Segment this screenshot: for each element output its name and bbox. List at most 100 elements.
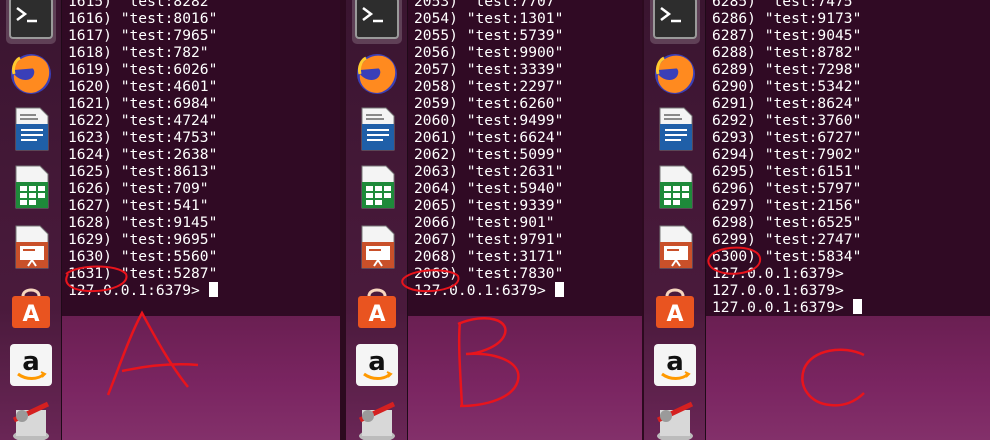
svg-text:A: A	[666, 302, 683, 327]
output-line: 2056) "test:9900"	[414, 44, 564, 61]
output-line: 6289) "test:7298"	[712, 61, 862, 78]
output-line: 2054) "test:1301"	[414, 10, 564, 27]
amazon-icon[interactable]: a	[352, 340, 402, 390]
amazon-icon[interactable]: a	[6, 340, 56, 390]
output-line: 1631) "test:5287"	[68, 265, 218, 282]
libreoffice-writer-icon[interactable]	[6, 104, 56, 154]
output-line: 2058) "test:2297"	[414, 78, 564, 95]
output-line: 1625) "test:8613"	[68, 163, 218, 180]
output-line: 1620) "test:4601"	[68, 78, 218, 95]
output-line: 6294) "test:7902"	[712, 146, 862, 163]
libreoffice-impress-icon[interactable]	[650, 222, 700, 272]
output-line: 1623) "test:4753"	[68, 129, 218, 146]
output-line: 6299) "test:2747"	[712, 231, 862, 248]
output-line: 1616) "test:8016"	[68, 10, 218, 27]
output-line: 6295) "test:6151"	[712, 163, 862, 180]
amazon-icon[interactable]: a	[650, 340, 700, 390]
screenshot-panel-a: A a 1615) "test:8282" 1616) "test:8016" …	[0, 0, 340, 440]
libreoffice-calc-icon[interactable]	[6, 162, 56, 212]
libreoffice-impress-icon[interactable]	[6, 222, 56, 272]
output-line: 1619) "test:6026"	[68, 61, 218, 78]
libreoffice-calc-icon[interactable]	[352, 162, 402, 212]
output-line: 2057) "test:3339"	[414, 61, 564, 78]
output-line: 2064) "test:5940"	[414, 180, 564, 197]
annotation-letter-a	[106, 310, 199, 396]
output-line: 2053) "test:7707"	[414, 0, 564, 10]
output-line: 2063) "test:2631"	[414, 163, 564, 180]
terminal-window[interactable]: 1615) "test:8282" 1616) "test:8016" 1617…	[62, 0, 340, 316]
output-line: 1629) "test:9695"	[68, 231, 218, 248]
output-line: 1626) "test:709"	[68, 180, 209, 197]
terminal-icon[interactable]	[6, 0, 56, 44]
output-line: 1617) "test:7965"	[68, 27, 218, 44]
output-line: 6298) "test:6525"	[712, 214, 862, 231]
output-line: 6290) "test:5342"	[712, 78, 862, 95]
output-line: 1622) "test:4724"	[68, 112, 218, 129]
prompt: 127.0.0.1:6379>	[712, 282, 853, 299]
cursor	[554, 282, 564, 297]
terminal-icon[interactable]	[352, 0, 402, 44]
output-line: 6292) "test:3760"	[712, 112, 862, 129]
svg-text:A: A	[368, 302, 385, 327]
libreoffice-impress-icon[interactable]	[352, 222, 402, 272]
output-line: 1615) "test:8282"	[68, 0, 218, 10]
output-line: 2067) "test:9791"	[414, 231, 564, 248]
terminal-output: 1615) "test:8282" 1616) "test:8016" 1617…	[68, 0, 218, 299]
output-line: 1621) "test:6984"	[68, 95, 218, 112]
ubuntu-software-icon[interactable]: A	[650, 282, 700, 332]
output-line: 2065) "test:9339"	[414, 197, 564, 214]
svg-text:a: a	[666, 347, 684, 377]
cursor	[852, 299, 862, 314]
output-line: 6288) "test:8782"	[712, 44, 862, 61]
screenshot-panel-c: A a 6285) "test:7475" 6286) "test:9173" …	[644, 0, 990, 440]
annotation-letter-b	[457, 316, 520, 408]
unity-launcher: A a	[346, 0, 408, 440]
output-line: 2062) "test:5099"	[414, 146, 564, 163]
libreoffice-calc-icon[interactable]	[650, 162, 700, 212]
firefox-icon[interactable]	[650, 48, 700, 98]
system-settings-icon[interactable]	[6, 396, 56, 440]
output-line: 6297) "test:2156"	[712, 197, 862, 214]
cursor	[208, 282, 218, 297]
ubuntu-software-icon[interactable]: A	[352, 282, 402, 332]
output-line: 1628) "test:9145"	[68, 214, 218, 231]
output-line: 1618) "test:782"	[68, 44, 209, 61]
prompt: 127.0.0.1:6379>	[712, 265, 853, 282]
svg-text:a: a	[368, 347, 386, 377]
output-line: 1624) "test:2638"	[68, 146, 218, 163]
terminal-window[interactable]: 6285) "test:7475" 6286) "test:9173" 6287…	[706, 0, 990, 316]
libreoffice-writer-icon[interactable]	[352, 104, 402, 154]
output-line: 6296) "test:5797"	[712, 180, 862, 197]
annotation-letter-c	[801, 348, 865, 407]
output-line: 2059) "test:6260"	[414, 95, 564, 112]
prompt: 127.0.0.1:6379>	[414, 282, 555, 299]
system-settings-icon[interactable]	[352, 396, 402, 440]
prompt: 127.0.0.1:6379>	[712, 299, 853, 316]
output-line: 2069) "test:7830"	[414, 265, 564, 282]
terminal-output: 6285) "test:7475" 6286) "test:9173" 6287…	[712, 0, 862, 316]
ubuntu-software-icon[interactable]: A	[6, 282, 56, 332]
unity-launcher: A a	[644, 0, 706, 440]
output-line: 2066) "test:901"	[414, 214, 555, 231]
system-settings-icon[interactable]	[650, 396, 700, 440]
screenshot-panel-b: A a 2053) "test:7707" 2054) "test:1301" …	[346, 0, 642, 440]
terminal-icon[interactable]	[650, 0, 700, 44]
output-line: 6286) "test:9173"	[712, 10, 862, 27]
firefox-icon[interactable]	[352, 48, 402, 98]
prompt: 127.0.0.1:6379>	[68, 282, 209, 299]
libreoffice-writer-icon[interactable]	[650, 104, 700, 154]
output-line: 2061) "test:6624"	[414, 129, 564, 146]
output-line: 2068) "test:3171"	[414, 248, 564, 265]
output-line: 2055) "test:5739"	[414, 27, 564, 44]
svg-text:a: a	[22, 347, 40, 377]
output-line: 2060) "test:9499"	[414, 112, 564, 129]
output-line: 6287) "test:9045"	[712, 27, 862, 44]
unity-launcher: A a	[0, 0, 62, 440]
firefox-icon[interactable]	[6, 48, 56, 98]
output-line: 6300) "test:5834"	[712, 248, 862, 265]
output-line: 1627) "test:541"	[68, 197, 209, 214]
output-line: 6285) "test:7475"	[712, 0, 862, 10]
output-line: 6293) "test:6727"	[712, 129, 862, 146]
terminal-window[interactable]: 2053) "test:7707" 2054) "test:1301" 2055…	[408, 0, 642, 316]
terminal-output: 2053) "test:7707" 2054) "test:1301" 2055…	[414, 0, 564, 299]
